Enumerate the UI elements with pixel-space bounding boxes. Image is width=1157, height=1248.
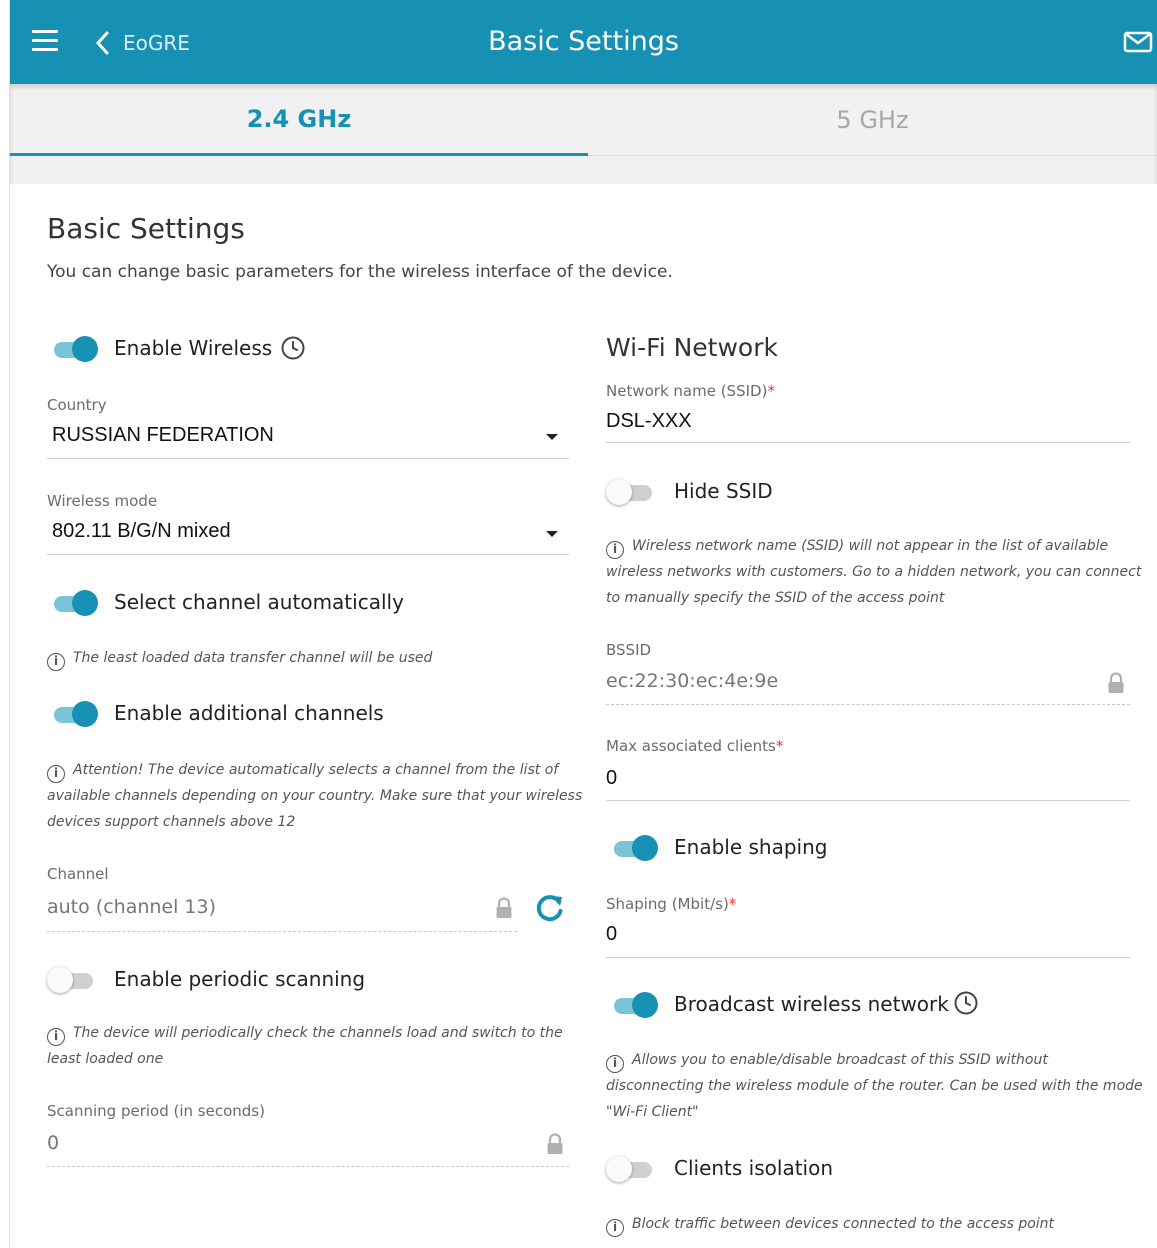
bssid-field: ec:22:30:ec:4e:9e	[606, 670, 779, 692]
broadcast-hint: i Allows you to enable/disable broadcast …	[606, 1052, 1143, 1120]
clients-isolation-label: Clients isolation	[674, 1156, 834, 1180]
ssid-input[interactable]: DSL-XXX	[606, 410, 692, 433]
scanning-period-field: 0	[47, 1132, 60, 1154]
country-label: Country	[47, 396, 107, 414]
shaping-underline	[606, 957, 1130, 958]
wireless-mode-label: Wireless mode	[47, 492, 158, 510]
info-icon: i	[606, 1219, 624, 1237]
info-icon: i	[47, 765, 65, 783]
caret-down-icon[interactable]	[546, 434, 558, 440]
channel-underline	[47, 931, 517, 932]
section-title: Basic Settings	[47, 212, 245, 245]
tab-5-ghz[interactable]: 5 GHz	[588, 84, 1157, 156]
info-icon: i	[47, 1028, 65, 1046]
bssid-label: BSSID	[606, 641, 652, 659]
clients-isolation-hint: i Block traffic between devices connected…	[606, 1211, 1054, 1237]
periodic-scanning-toggle[interactable]	[47, 967, 95, 993]
country-underline	[47, 458, 569, 459]
country-select[interactable]: RUSSIAN FEDERATION	[52, 424, 274, 447]
ssid-label: Network name (SSID)*	[606, 382, 775, 400]
back-button[interactable]: EoGRE	[95, 28, 190, 58]
enable-wireless-label: Enable Wireless	[114, 336, 273, 360]
additional-channels-label: Enable additional channels	[114, 701, 384, 725]
wifi-network-title: Wi-Fi Network	[606, 333, 778, 362]
bssid-underline	[606, 704, 1130, 705]
additional-channels-toggle[interactable]	[50, 701, 98, 727]
info-icon: i	[606, 1055, 624, 1073]
info-icon: i	[606, 541, 624, 559]
max-clients-input[interactable]: 0	[606, 767, 617, 790]
lock-icon	[1108, 672, 1124, 693]
chevron-left-icon	[95, 31, 109, 55]
max-clients-label: Max associated clients*	[606, 737, 784, 755]
section-description: You can change basic parameters for the …	[47, 262, 673, 282]
additional-channels-hint: i Attention! The device automatically sel…	[47, 762, 583, 830]
auto-channel-toggle[interactable]	[50, 590, 98, 616]
tab-2-4-ghz[interactable]: 2.4 GHz	[10, 84, 588, 156]
lock-icon	[496, 897, 512, 918]
lock-icon	[547, 1133, 563, 1154]
wireless-mode-underline	[47, 554, 569, 555]
broadcast-toggle[interactable]	[610, 992, 658, 1018]
band-tabs: 2.4 GHz 5 GHz	[10, 84, 1157, 184]
broadcast-label: Broadcast wireless network	[674, 992, 949, 1016]
channel-label: Channel	[47, 865, 109, 883]
clock-icon[interactable]	[953, 990, 979, 1016]
clients-isolation-toggle[interactable]	[606, 1156, 654, 1182]
channel-field: auto (channel 13)	[47, 896, 217, 918]
wireless-mode-select[interactable]: 802.11 B/G/N mixed	[52, 520, 231, 543]
hide-ssid-toggle[interactable]	[606, 479, 654, 505]
back-label: EoGRE	[123, 31, 190, 55]
caret-down-icon[interactable]	[546, 531, 558, 537]
clock-icon[interactable]	[280, 335, 306, 361]
auto-channel-label: Select channel automatically	[114, 590, 404, 614]
info-icon: i	[47, 653, 65, 671]
menu-icon[interactable]	[32, 30, 58, 52]
scanning-period-underline	[47, 1166, 569, 1167]
periodic-scanning-hint: i The device will periodically check the …	[47, 1025, 563, 1067]
refresh-icon[interactable]	[535, 893, 565, 923]
hide-ssid-label: Hide SSID	[674, 479, 773, 503]
max-clients-underline	[606, 800, 1130, 801]
scanning-period-label: Scanning period (in seconds)	[47, 1102, 265, 1120]
periodic-scanning-label: Enable periodic scanning	[114, 967, 366, 991]
top-bar: EoGRE Basic Settings	[10, 0, 1157, 84]
enable-wireless-toggle[interactable]	[50, 336, 98, 362]
shaping-label: Shaping (Mbit/s)*	[606, 895, 737, 913]
mail-icon[interactable]	[1123, 30, 1153, 54]
ssid-underline	[606, 442, 1130, 443]
shaping-input[interactable]: 0	[606, 923, 617, 946]
enable-shaping-label: Enable shaping	[674, 835, 828, 859]
hide-ssid-hint: i Wireless network name (SSID) will not a…	[606, 538, 1142, 606]
enable-shaping-toggle[interactable]	[610, 835, 658, 861]
auto-channel-hint: i The least loaded data transfer channel …	[47, 645, 432, 671]
